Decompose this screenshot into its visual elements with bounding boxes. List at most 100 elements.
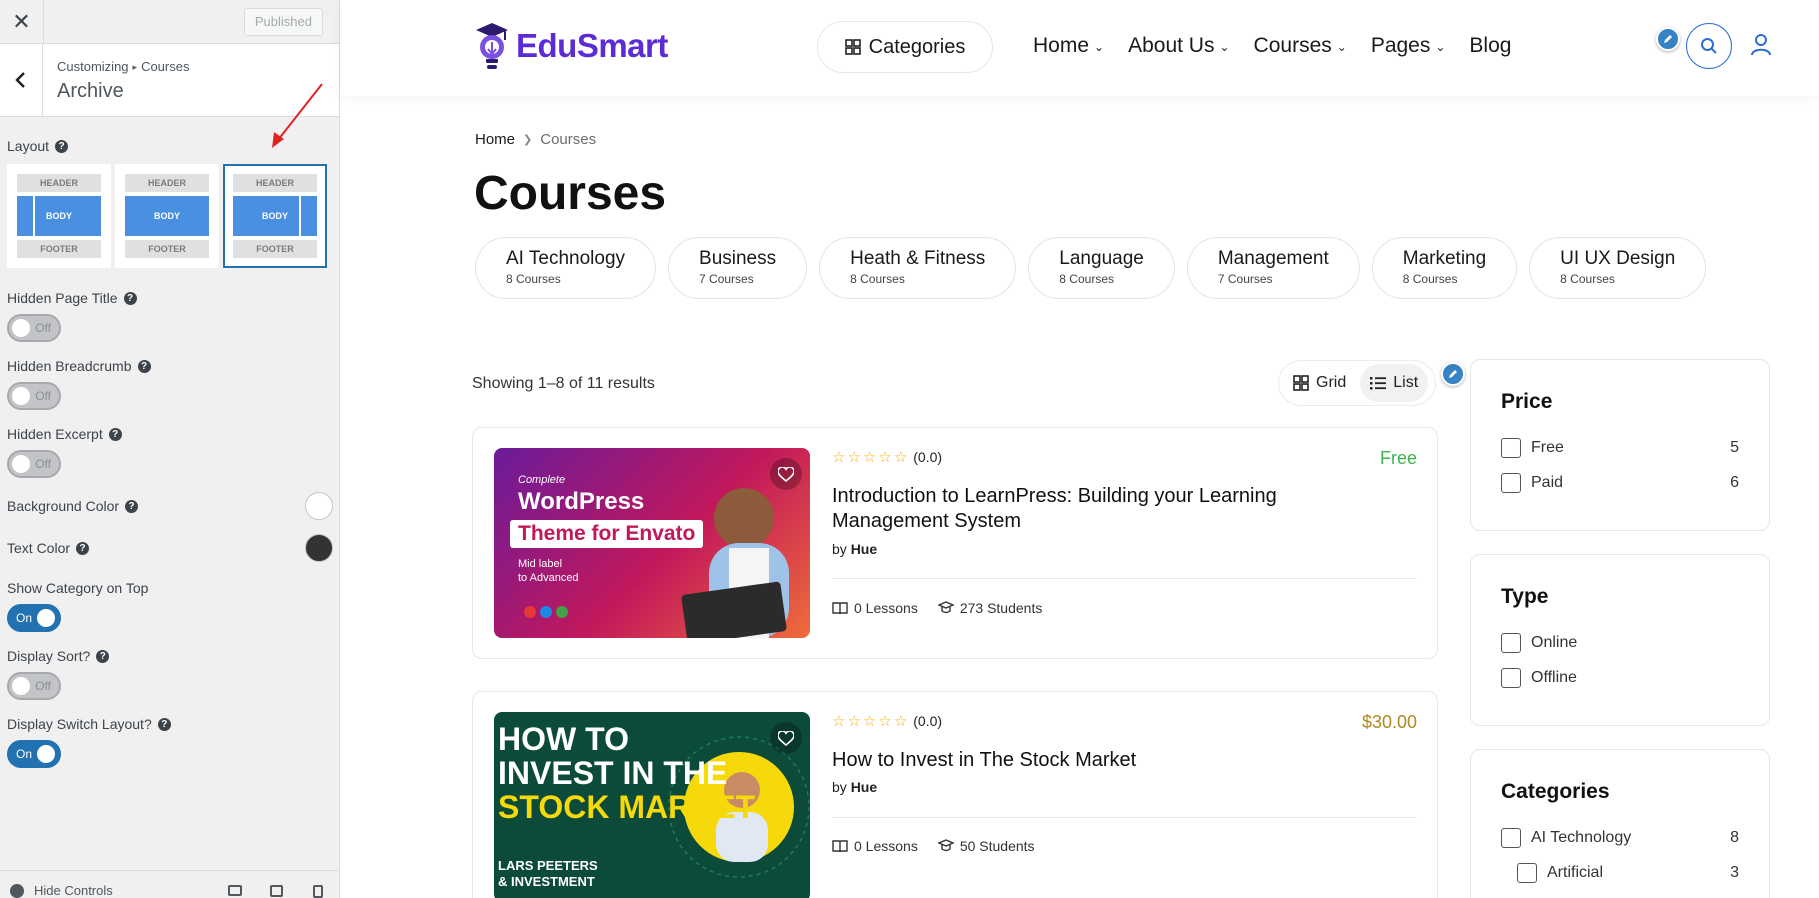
star-rating: ☆ ☆ ☆ ☆ ☆ (0.0) [832,713,943,730]
categories-button[interactable]: Categories [817,21,993,73]
main-nav: Home ⌄ About Us ⌄ Courses ⌄ Pages ⌄ Blog [1033,34,1511,58]
hide-controls-button[interactable]: Hide Controls [10,883,113,898]
user-icon [1751,34,1771,56]
search-button[interactable] [1686,23,1732,69]
show-category-on-top-toggle[interactable]: On [7,604,61,632]
filter-option[interactable]: Paid 6 [1501,465,1739,500]
course-author: by Hue [832,779,878,795]
category-chip[interactable]: UI UX Design 8 Courses [1529,237,1707,299]
course-thumbnail[interactable]: HOW TO INVEST IN THE STOCK MARKET LARS P… [494,712,810,898]
wishlist-button[interactable] [770,722,802,754]
hidden-excerpt-toggle[interactable]: Off [7,450,61,478]
section-title: Archive [57,80,124,102]
help-icon[interactable]: ? [96,649,110,663]
category-chip[interactable]: Heath & Fitness 8 Courses [819,237,1017,299]
breadcrumb-current: Courses [141,59,190,74]
author-link[interactable]: Hue [851,779,877,795]
checkbox[interactable] [1501,667,1521,688]
grid-icon [1293,375,1309,391]
view-switch: Grid List [1278,360,1436,406]
nav-item-about[interactable]: About Us ⌄ [1128,34,1229,58]
course-meta: 0 Lessons 273 Students [832,600,1042,616]
wishlist-button[interactable] [770,458,802,490]
nav-item-home[interactable]: Home ⌄ [1033,34,1104,58]
nav-item-pages[interactable]: Pages ⌄ [1371,34,1446,58]
control-label: Show Category on Top [7,580,149,596]
book-icon [832,602,848,615]
control-label: Background Color [7,498,120,514]
help-icon[interactable]: ? [76,541,90,555]
category-chip[interactable]: AI Technology 8 Courses [475,237,657,299]
breadcrumb: Home ❯ Courses [475,131,596,148]
book-icon [832,840,848,853]
list-view-button[interactable]: List [1360,364,1429,402]
lightbulb-logo-icon [476,23,508,69]
control-hidden-excerpt: Hidden Excerpt? Off [7,426,333,478]
close-icon[interactable]: ✕ [0,0,44,44]
course-thumbnail[interactable]: Complete WordPress Theme for Envato Mid … [494,448,810,638]
course-title[interactable]: Introduction to LearnPress: Building you… [832,484,1352,534]
back-button[interactable] [0,44,43,116]
filter-option[interactable]: Free 5 [1501,430,1739,465]
edit-shortcut-icon[interactable] [1441,362,1465,386]
control-label: Display Sort? [7,648,91,664]
control-label: Hidden Breadcrumb [7,358,132,374]
filter-categories: Categories AI Technology 8 Artificial 3 [1470,749,1770,898]
display-switch-layout-toggle[interactable]: On [7,740,61,768]
hidden-page-title-toggle[interactable]: Off [7,314,61,342]
category-chip[interactable]: Business 7 Courses [668,237,808,299]
category-chip[interactable]: Marketing 8 Courses [1371,237,1518,299]
tablet-preview-icon[interactable] [270,885,283,897]
hidden-breadcrumb-toggle[interactable]: Off [7,382,61,410]
category-chip[interactable]: Language 8 Courses [1028,237,1175,299]
checkbox[interactable] [1501,437,1521,458]
layout-option-left-sidebar[interactable]: HEADER BODY FOOTER [7,164,111,268]
star-icon: ☆ [847,449,861,466]
category-chip[interactable]: Management 7 Courses [1186,237,1360,299]
control-label: Display Switch Layout? [7,716,152,732]
checkbox[interactable] [1501,827,1521,848]
search-icon [1701,38,1717,54]
nav-item-blog[interactable]: Blog [1469,34,1511,58]
filter-option[interactable]: Artificial 3 [1501,855,1739,890]
filter-option[interactable]: AI Technology 8 [1501,820,1739,855]
help-icon[interactable]: ? [123,291,137,305]
course-card[interactable]: Complete WordPress Theme for Envato Mid … [472,427,1438,659]
author-link[interactable]: Hue [851,541,877,557]
control-label: Text Color [7,540,71,556]
chevron-down-icon: ⌄ [1094,40,1105,54]
control-text-color: Text Color? [7,534,333,562]
account-button[interactable] [1750,33,1772,62]
mobile-preview-icon[interactable] [313,885,323,898]
help-icon[interactable]: ? [137,359,151,373]
graduation-cap-icon [937,600,954,613]
background-color-swatch[interactable] [305,492,333,520]
checkbox[interactable] [1501,472,1521,493]
site-preview: EduSmart Categories Home ⌄ About Us ⌄ Cour… [341,0,1819,898]
course-title[interactable]: How to Invest in The Stock Market [832,748,1352,773]
desktop-preview-icon[interactable] [228,885,242,896]
nav-item-courses[interactable]: Courses ⌄ [1254,34,1347,58]
edit-shortcut-icon[interactable] [1656,27,1680,51]
layout-option-right-sidebar[interactable]: HEADER BODY FOOTER [223,164,327,268]
checkbox[interactable] [1517,862,1537,883]
help-icon[interactable]: ? [55,139,69,153]
text-color-swatch[interactable] [305,534,333,562]
filter-option[interactable]: Online [1501,625,1739,660]
help-icon[interactable]: ? [125,499,139,513]
help-icon[interactable]: ? [108,427,122,441]
grid-view-button[interactable]: Grid [1283,364,1356,402]
breadcrumb-home-link[interactable]: Home [475,131,515,148]
help-icon[interactable]: ? [157,717,171,731]
course-price: Free [1379,448,1417,468]
graduation-cap-icon [937,838,954,851]
site-logo[interactable]: EduSmart [474,20,668,72]
checkbox[interactable] [1501,632,1521,653]
layout-option-no-sidebar[interactable]: HEADER BODY FOOTER [115,164,219,268]
layout-label: Layout? [7,138,333,154]
publish-button[interactable]: Published [243,8,323,36]
filter-option[interactable]: Offline [1501,660,1739,695]
display-sort-toggle[interactable]: Off [7,672,61,700]
filter-price: Price Free 5 Paid 6 [1470,359,1770,531]
course-card[interactable]: HOW TO INVEST IN THE STOCK MARKET LARS P… [472,691,1438,898]
